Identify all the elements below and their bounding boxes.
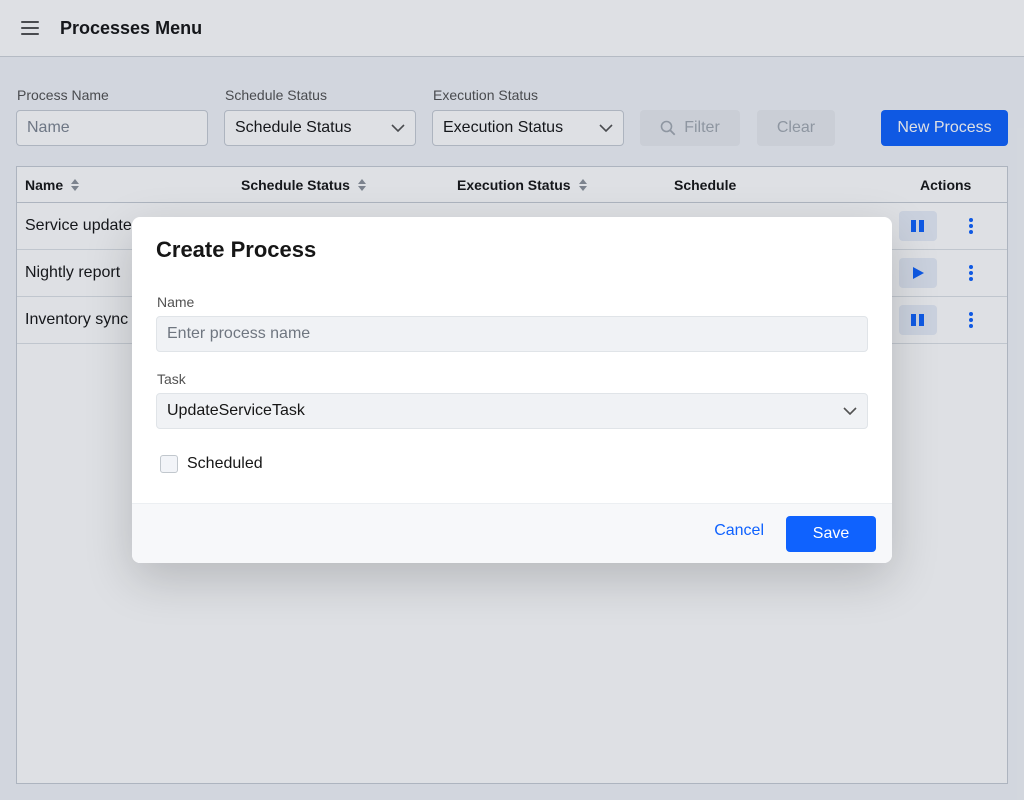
task-select[interactable]: UpdateServiceTask (156, 393, 868, 429)
scheduled-checkbox[interactable] (160, 455, 178, 473)
scheduled-checkbox-label: Scheduled (187, 455, 263, 472)
task-select-value: UpdateServiceTask (167, 402, 305, 419)
cancel-button[interactable]: Cancel (714, 522, 764, 540)
scheduled-checkbox-row[interactable]: Scheduled (160, 455, 263, 473)
name-field-label: Name (157, 294, 195, 310)
chevron-down-icon (843, 407, 857, 415)
dialog-title: Create Process (156, 237, 317, 262)
task-field-label: Task (157, 371, 186, 387)
process-name-field[interactable] (156, 316, 868, 352)
save-button[interactable]: Save (786, 516, 876, 552)
dialog-footer: Cancel Save (132, 503, 892, 563)
create-process-dialog: Create Process Name Task UpdateServiceTa… (132, 217, 892, 563)
